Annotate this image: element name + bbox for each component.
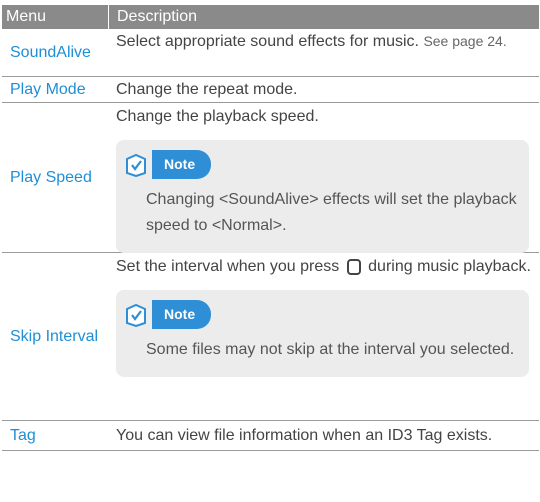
menu-play-mode: Play Mode: [10, 81, 86, 98]
table-row: SoundAlive Select appropriate sound effe…: [2, 29, 539, 77]
description-cell: Select appropriate sound effects for mus…: [108, 29, 539, 76]
header-description: Description: [108, 5, 539, 29]
description-cell: Set the interval when you press during m…: [108, 253, 539, 420]
table-header: Menu Description: [2, 5, 539, 29]
description-text: Select appropriate sound effects for mus…: [116, 33, 419, 50]
table-row: Play Mode Change the repeat mode.: [2, 77, 539, 103]
description-text: Change the repeat mode.: [116, 81, 298, 98]
note-icon: [126, 303, 146, 327]
note-label: Note: [152, 300, 212, 329]
table-row: Play Speed Change the playback speed. No…: [2, 103, 539, 253]
note-icon: [126, 153, 146, 177]
description-text: You can view file information when an ID…: [116, 427, 493, 444]
home-key-icon: [346, 259, 361, 275]
description-text-after: during music playback.: [368, 258, 531, 275]
menu-table: Menu Description SoundAlive Select appro…: [2, 5, 539, 451]
menu-play-speed: Play Speed: [10, 169, 92, 186]
page-reference: See page 24.: [423, 33, 507, 49]
table-row: Tag You can view file information when a…: [2, 421, 539, 451]
table-row: Skip Interval Set the interval when you …: [2, 253, 539, 421]
header-menu: Menu: [6, 8, 47, 25]
menu-skip-interval: Skip Interval: [10, 328, 99, 345]
menu-soundalive: SoundAlive: [10, 44, 91, 61]
note-box: Note Some files may not skip at the inte…: [116, 290, 529, 377]
description-text-before: Set the interval when you press: [116, 258, 340, 275]
note-text: Some files may not skip at the interval …: [146, 341, 515, 358]
description-text: Change the playback speed.: [116, 108, 319, 125]
description-text: Set the interval when you press during m…: [116, 255, 531, 278]
note-box: Note Changing <SoundAlive> effects will …: [116, 140, 529, 253]
note-label: Note: [152, 150, 212, 179]
menu-tag: Tag: [10, 427, 36, 444]
note-text: Changing <SoundAlive> effects will set t…: [146, 191, 517, 234]
description-cell: Change the playback speed. Note Changing…: [108, 103, 539, 253]
